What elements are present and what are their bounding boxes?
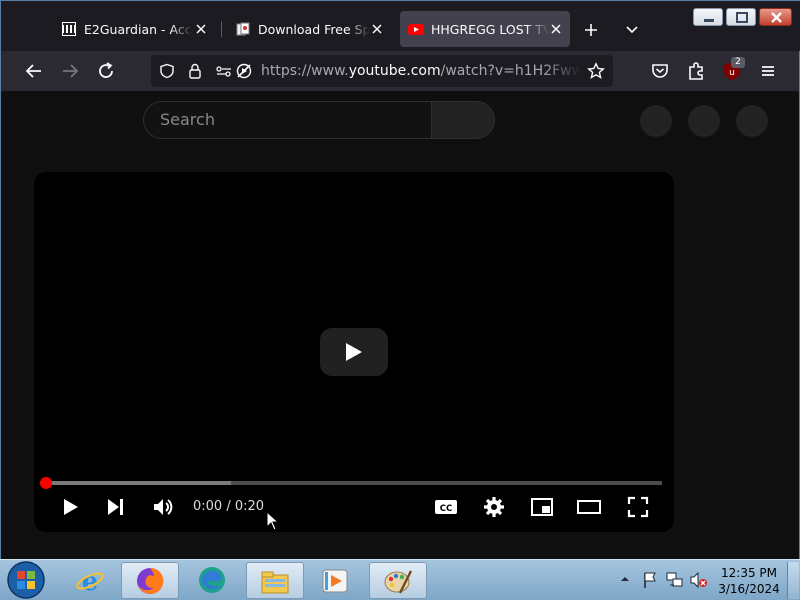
clock-date: 3/16/2024 (718, 582, 780, 596)
firefox-button[interactable] (121, 562, 179, 599)
miniplayer-icon[interactable] (530, 495, 554, 519)
new-tab-icon[interactable] (582, 21, 600, 39)
tab-spider-solitaire[interactable]: Download Free Spider Solitaire (227, 11, 391, 47)
notifications-button-placeholder[interactable] (688, 105, 720, 137)
firefox-icon (137, 567, 164, 594)
volume-icon[interactable] (151, 495, 175, 519)
lock-icon[interactable] (187, 62, 203, 80)
hamburger-menu-icon[interactable] (756, 59, 780, 83)
chevron-down-icon[interactable] (623, 21, 641, 39)
navigation-toolbar: https://www.youtube.com/watch?v=h1H2Fww4… (1, 51, 799, 91)
theater-mode-icon[interactable] (577, 495, 601, 519)
edge-icon (199, 567, 225, 593)
back-icon[interactable] (22, 59, 46, 83)
tab-label: Download Free Spider Solitaire (258, 21, 370, 37)
system-clock[interactable]: 12:35 PM 3/16/2024 (716, 565, 782, 597)
windows-taskbar: e 12:35 PM 3/16/2024 (0, 559, 800, 600)
network-icon[interactable] (666, 571, 684, 589)
media-player-icon (322, 569, 348, 593)
svg-text:e: e (82, 567, 99, 597)
autoplay-blocked-icon[interactable] (235, 62, 253, 80)
tab-strip: E2Guardian - Access Denied Download Free… (1, 1, 800, 51)
pocket-icon[interactable] (648, 59, 672, 83)
close-tab-icon[interactable] (193, 21, 209, 37)
svg-text:CC: CC (440, 504, 452, 514)
fullscreen-icon[interactable] (626, 495, 650, 519)
play-icon[interactable] (58, 495, 82, 519)
tab-separator (221, 21, 222, 37)
media-player-button[interactable] (307, 562, 365, 599)
extensions-icon[interactable] (684, 59, 708, 83)
permissions-icon[interactable] (215, 63, 233, 79)
scrubber-handle[interactable] (40, 477, 52, 489)
minimize-button[interactable] (693, 8, 723, 26)
progress-bar[interactable] (46, 481, 662, 485)
show-desktop-button[interactable] (787, 562, 799, 599)
shield-icon[interactable] (159, 63, 175, 79)
volume-muted-icon[interactable] (690, 571, 708, 589)
close-tab-icon[interactable] (369, 21, 385, 37)
tab-label: HHGREGG LOST TV AD (431, 21, 549, 37)
url-path: /watch?v=h1H2Fww4wkE (440, 63, 581, 79)
youtube-page: Search 0:00 / 0:20 CC (1, 91, 799, 559)
internet-explorer-button[interactable]: e (62, 562, 120, 599)
url-prefix: https://www. (261, 63, 349, 79)
url-host: youtube.com (348, 63, 441, 79)
maximize-button[interactable] (726, 8, 756, 26)
bookmark-star-icon[interactable] (587, 62, 605, 80)
cards-icon (236, 22, 250, 36)
closed-captions-icon[interactable]: CC (434, 495, 458, 519)
search-input[interactable]: Search (143, 101, 433, 139)
paint-icon (384, 570, 413, 594)
create-button-placeholder[interactable] (640, 105, 672, 137)
url-text[interactable]: https://www.youtube.com/watch?v=h1H2Fww4… (261, 63, 581, 79)
minimize-icon (704, 19, 714, 22)
large-play-button[interactable] (320, 328, 388, 376)
paint-button[interactable] (369, 562, 427, 599)
time-display: 0:00 / 0:20 (193, 499, 265, 514)
internet-explorer-icon: e (76, 567, 104, 597)
next-icon[interactable] (104, 495, 128, 519)
video-player[interactable]: 0:00 / 0:20 CC (34, 172, 674, 532)
tab-e2guardian[interactable]: E2Guardian - Access Denied (53, 11, 215, 47)
close-window-button[interactable] (759, 8, 792, 26)
progress-buffered (46, 481, 231, 485)
tab-youtube-active[interactable]: HHGREGG LOST TV AD (400, 11, 570, 47)
address-bar[interactable]: https://www.youtube.com/watch?v=h1H2Fww4… (151, 55, 613, 87)
close-icon (771, 12, 782, 23)
clock-time: 12:35 PM (721, 566, 777, 580)
svg-text:u: u (729, 68, 735, 78)
reload-icon[interactable] (94, 59, 118, 83)
forward-icon[interactable] (58, 59, 82, 83)
edge-button[interactable] (184, 562, 242, 599)
settings-gear-icon[interactable] (482, 495, 506, 519)
file-explorer-icon (261, 571, 289, 594)
restore-icon (736, 12, 748, 23)
play-icon (346, 343, 362, 361)
extension-badge: 2 (731, 57, 745, 68)
action-center-flag-icon[interactable] (642, 571, 658, 589)
mouse-cursor-icon (266, 511, 280, 531)
avatar-placeholder[interactable] (736, 105, 768, 137)
browser-window: E2Guardian - Access Denied Download Free… (0, 0, 800, 559)
youtube-icon (408, 24, 424, 35)
search-button[interactable] (431, 101, 495, 139)
file-explorer-button[interactable] (246, 562, 304, 599)
show-hidden-icons-icon[interactable] (619, 573, 631, 585)
tab-label: E2Guardian - Access Denied (84, 21, 192, 37)
close-tab-icon[interactable] (548, 21, 564, 37)
museum-icon (62, 22, 76, 36)
start-orb-icon[interactable] (6, 560, 46, 600)
